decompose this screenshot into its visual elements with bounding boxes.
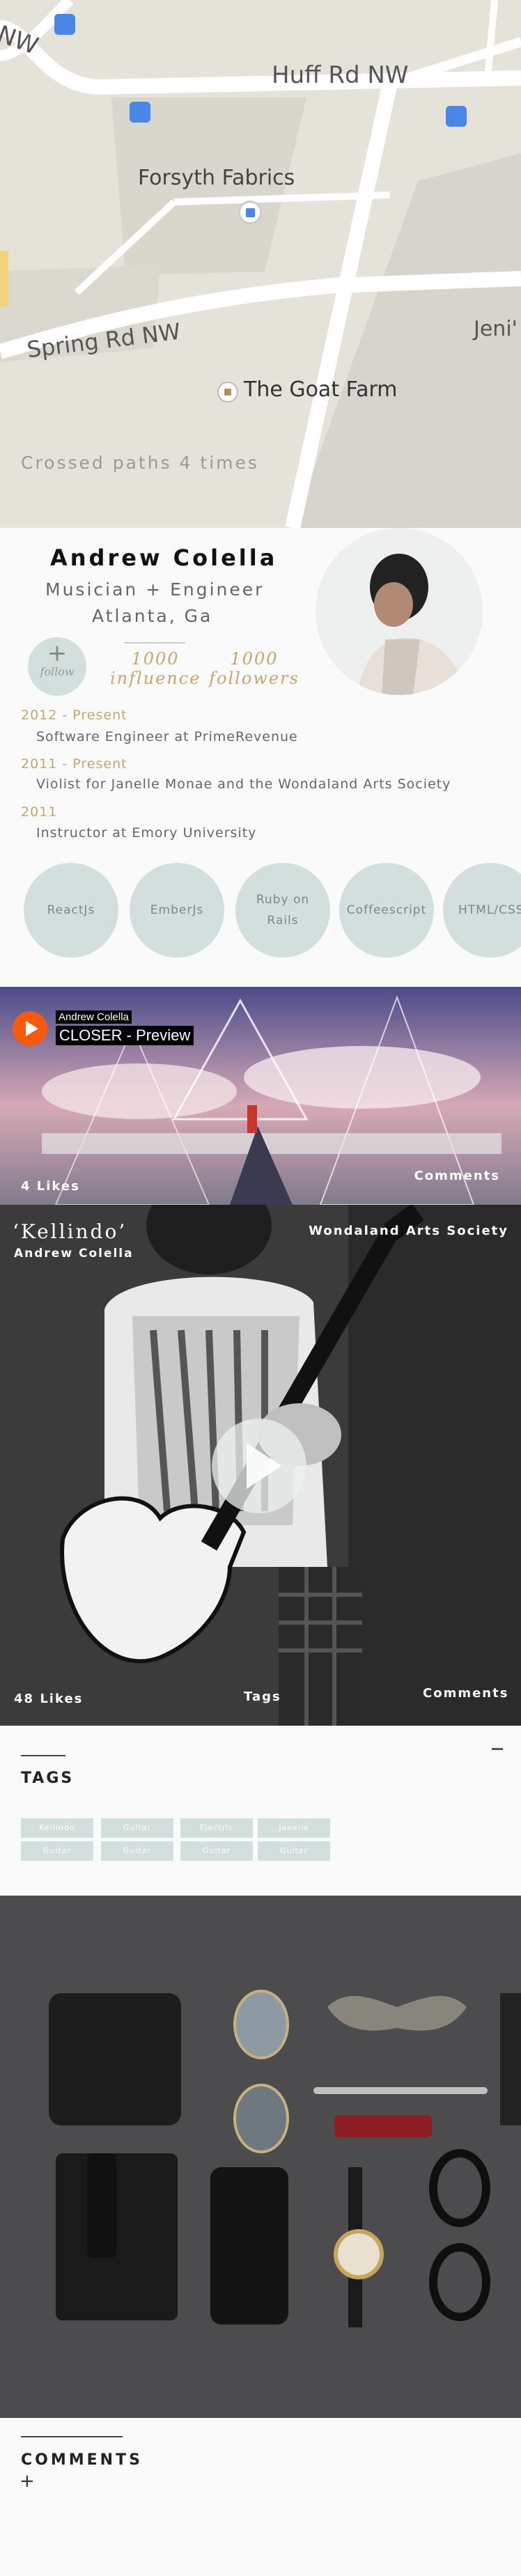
items-photo[interactable] xyxy=(0,1896,521,2418)
place-label-jeni: Jeni' xyxy=(474,317,518,341)
plus-icon: + xyxy=(47,639,68,667)
video-tags-link[interactable]: Tags xyxy=(244,1689,281,1704)
tags-section xyxy=(0,1726,521,1896)
place-label-goat-farm: The Goat Farm xyxy=(244,377,398,402)
stat-followers-value: 1000 xyxy=(230,649,279,669)
tag-chip[interactable]: Electric xyxy=(180,1818,253,1838)
avatar-photo xyxy=(316,528,483,695)
job-years: 2011 xyxy=(21,804,58,820)
skill-bubble[interactable]: Ruby on Rails xyxy=(235,863,330,958)
tag-chip[interactable]: Guitar xyxy=(21,1841,93,1861)
profile-name: Andrew Colella xyxy=(50,545,278,571)
profile-location: Atlanta, Ga xyxy=(92,606,213,626)
tags-divider xyxy=(21,1755,65,1756)
stat-followers: 1000 followers xyxy=(209,649,300,688)
stat-influence: 1000 influence xyxy=(110,649,201,688)
video-play-button[interactable] xyxy=(212,1419,306,1513)
stat-influence-label: influence xyxy=(110,669,201,688)
place-label-forsyth: Forsyth Fabrics xyxy=(138,166,295,190)
comments-heading: COMMENTS xyxy=(21,2451,143,2469)
place-marker-icon[interactable] xyxy=(217,382,238,403)
tag-chip[interactable]: Janelle xyxy=(258,1818,330,1838)
likes-count[interactable]: 4 Likes xyxy=(21,1179,80,1194)
tag-chip[interactable]: Guitar xyxy=(180,1841,253,1861)
tag-chip[interactable]: Kellindo xyxy=(21,1818,93,1838)
track-artist[interactable]: Andrew Colella xyxy=(56,1010,132,1024)
video-comments-link[interactable]: Comments xyxy=(423,1686,508,1701)
skill-bubble[interactable]: EmberJs xyxy=(130,863,224,958)
minus-icon[interactable] xyxy=(492,1748,503,1750)
tag-chip[interactable]: Guitar xyxy=(101,1818,173,1838)
bus-stop-icon[interactable] xyxy=(446,106,467,127)
video-title: ‘Kellindo’ xyxy=(13,1220,127,1243)
job-description: Violist for Janelle Monae and the Wondal… xyxy=(36,776,451,792)
location-map[interactable]: NW Huff Rd NW Forsyth Fabrics Spring Rd … xyxy=(0,0,521,528)
play-button[interactable] xyxy=(13,1011,47,1046)
flatlay-image xyxy=(0,1896,521,2418)
video-society[interactable]: Wondaland Arts Society xyxy=(309,1224,508,1238)
video-likes[interactable]: 48 Likes xyxy=(14,1692,83,1706)
stat-followers-label: followers xyxy=(209,669,300,688)
comments-link[interactable]: Comments xyxy=(414,1169,500,1183)
bus-stop-icon[interactable] xyxy=(130,102,150,123)
map-canvas xyxy=(0,0,521,528)
track-title[interactable]: CLOSER - Preview xyxy=(56,1026,194,1045)
job-description: Instructor at Emory University xyxy=(36,825,257,841)
comments-section xyxy=(0,2418,521,2576)
road-label-huff: Huff Rd NW xyxy=(272,61,409,89)
tag-chip[interactable]: Guitar xyxy=(258,1841,330,1861)
add-comment-button[interactable]: + xyxy=(20,2471,35,2492)
skill-bubble[interactable]: ReactJs xyxy=(24,863,118,958)
crossed-paths-count: Crossed paths 4 times xyxy=(21,453,259,473)
bus-stop-icon[interactable] xyxy=(54,14,75,35)
job-years: 2011 - Present xyxy=(21,756,127,772)
tag-chip[interactable]: Guitar xyxy=(101,1841,173,1861)
comments-divider xyxy=(21,2436,123,2437)
profile-role: Musician + Engineer xyxy=(45,579,265,600)
avatar[interactable] xyxy=(316,528,483,695)
skill-bubble[interactable]: Coffeescript xyxy=(339,863,434,958)
video-artist[interactable]: Andrew Colella xyxy=(14,1247,134,1260)
stat-influence-value: 1000 xyxy=(131,649,180,669)
tags-heading: TAGS xyxy=(21,1770,75,1787)
job-description: Software Engineer at PrimeRevenue xyxy=(36,729,298,744)
job-years: 2012 - Present xyxy=(21,708,127,723)
follow-button[interactable]: + follow xyxy=(28,637,86,696)
shopping-bag-icon[interactable] xyxy=(238,201,262,224)
stats-divider xyxy=(124,642,185,643)
follow-label: follow xyxy=(40,665,75,678)
video-player[interactable] xyxy=(0,1205,521,1726)
